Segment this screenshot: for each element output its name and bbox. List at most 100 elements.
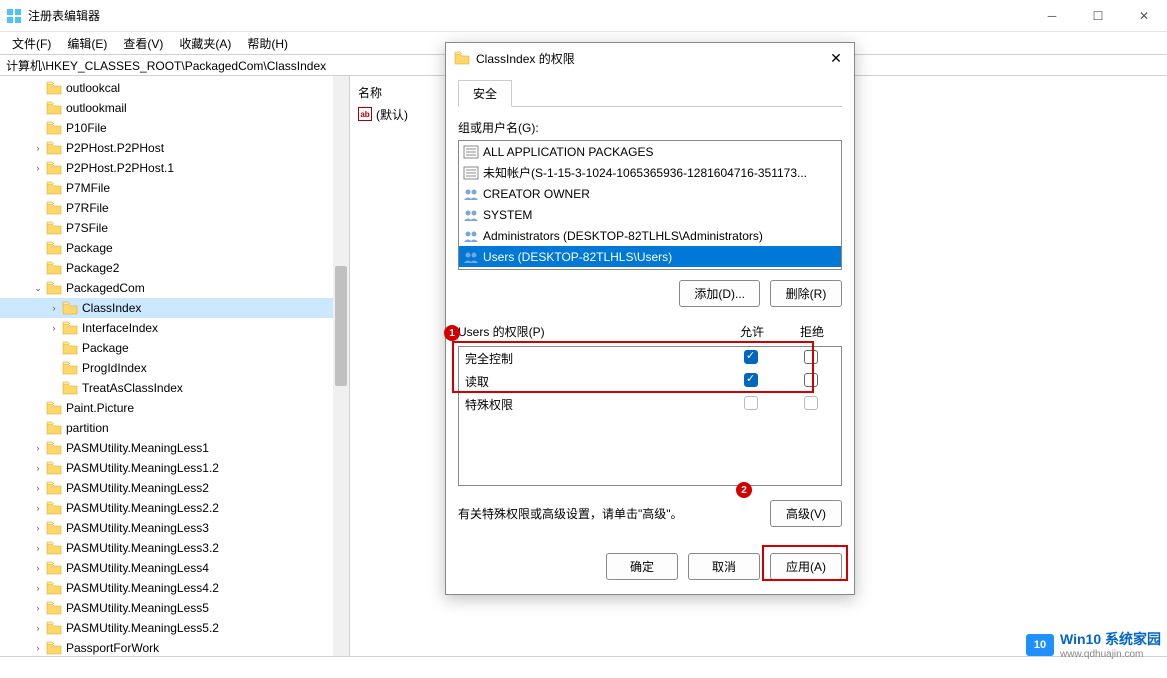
minimize-button[interactable]: ─	[1029, 0, 1075, 32]
group-label: 组或用户名(G):	[458, 119, 842, 136]
group-row[interactable]: 未知帐户(S-1-15-3-1024-1065365936-1281604716…	[459, 162, 841, 183]
tree-item[interactable]: ›PASMUtility.MeaningLess4	[0, 558, 349, 578]
tree-item[interactable]: P7SFile	[0, 218, 349, 238]
registry-tree[interactable]: outlookcaloutlookmailP10File›P2PHost.P2P…	[0, 76, 350, 656]
tree-item[interactable]: ›PASMUtility.MeaningLess2.2	[0, 498, 349, 518]
scrollbar-thumb[interactable]	[335, 266, 347, 386]
tree-item-label: outlookcal	[66, 81, 120, 95]
tab-strip: 安全	[458, 79, 842, 107]
scrollbar[interactable]	[333, 76, 349, 656]
expander-icon[interactable]: ›	[32, 563, 44, 573]
tree-item-label: outlookmail	[66, 101, 127, 115]
deny-checkbox[interactable]	[804, 350, 818, 364]
expander-icon[interactable]: ›	[32, 463, 44, 473]
tree-item[interactable]: ›PASMUtility.MeaningLess3.2	[0, 538, 349, 558]
tree-item[interactable]: ›PASMUtility.MeaningLess3	[0, 518, 349, 538]
tree-item[interactable]: P7MFile	[0, 178, 349, 198]
tree-item[interactable]: ›PassportForWork	[0, 638, 349, 656]
tree-item-label: PASMUtility.MeaningLess1.2	[66, 461, 219, 475]
tree-item-label: Paint.Picture	[66, 401, 134, 415]
group-name: 未知帐户(S-1-15-3-1024-1065365936-1281604716…	[483, 164, 807, 181]
menu-view[interactable]: 查看(V)	[115, 33, 171, 54]
expander-icon[interactable]: ›	[32, 543, 44, 553]
tree-item[interactable]: P10File	[0, 118, 349, 138]
tree-item[interactable]: ›P2PHost.P2PHost	[0, 138, 349, 158]
expander-icon[interactable]: ›	[32, 583, 44, 593]
tree-item-label: PASMUtility.MeaningLess5.2	[66, 621, 219, 635]
tree-item[interactable]: › PASMUtility.MeaningLess5.2	[0, 618, 349, 638]
expander-icon[interactable]: ›	[32, 163, 44, 173]
dialog-title: ClassIndex 的权限	[476, 50, 575, 67]
group-row[interactable]: Administrators (DESKTOP-82TLHLS\Administ…	[459, 225, 841, 246]
tree-item[interactable]: TreatAsClassIndex	[0, 378, 349, 398]
tree-item[interactable]: Package	[0, 238, 349, 258]
expander-icon[interactable]: ›	[32, 503, 44, 513]
expander-icon[interactable]: ›	[32, 623, 44, 633]
expander-icon[interactable]: ›	[48, 323, 60, 333]
allow-checkbox[interactable]	[744, 396, 758, 410]
remove-button[interactable]: 删除(R)	[770, 280, 842, 307]
tree-item[interactable]: ›PASMUtility.MeaningLess1	[0, 438, 349, 458]
expander-icon[interactable]: ›	[32, 483, 44, 493]
tree-item[interactable]: ›P2PHost.P2PHost.1	[0, 158, 349, 178]
expander-icon[interactable]: ›	[32, 143, 44, 153]
menu-help[interactable]: 帮助(H)	[239, 33, 296, 54]
close-button[interactable]: ✕	[1121, 0, 1167, 32]
tree-item-label: PASMUtility.MeaningLess5	[66, 601, 209, 615]
tree-item-label: Package	[66, 241, 113, 255]
tree-item-label: TreatAsClassIndex	[82, 381, 183, 395]
tree-item[interactable]: outlookcal	[0, 78, 349, 98]
group-listbox[interactable]: ALL APPLICATION PACKAGES 未知帐户(S-1-15-3-10…	[458, 140, 842, 270]
tab-security[interactable]: 安全	[458, 80, 512, 107]
tree-item[interactable]: outlookmail	[0, 98, 349, 118]
folder-icon	[46, 501, 62, 515]
folder-icon	[46, 481, 62, 495]
dialog-close-button[interactable]: ✕	[818, 43, 854, 73]
add-button[interactable]: 添加(D)...	[679, 280, 760, 307]
apply-button[interactable]: 应用(A)	[770, 553, 842, 580]
tree-item[interactable]: › PASMUtility.MeaningLess1.2	[0, 458, 349, 478]
permissions-dialog: ClassIndex 的权限 ✕ 安全 组或用户名(G): ALL APPLIC…	[445, 42, 855, 595]
allow-checkbox[interactable]	[744, 373, 758, 387]
allow-checkbox[interactable]	[744, 350, 758, 364]
expander-icon[interactable]: ›	[32, 443, 44, 453]
dialog-titlebar[interactable]: ClassIndex 的权限 ✕	[446, 43, 854, 73]
group-row[interactable]: ALL APPLICATION PACKAGES	[459, 141, 841, 162]
group-name: Administrators (DESKTOP-82TLHLS\Administ…	[483, 229, 763, 243]
tree-item[interactable]: Package	[0, 338, 349, 358]
menu-edit[interactable]: 编辑(E)	[59, 33, 115, 54]
tree-item[interactable]: ›InterfaceIndex	[0, 318, 349, 338]
folder-icon	[46, 261, 62, 275]
group-row[interactable]: Users (DESKTOP-82TLHLS\Users)	[459, 246, 841, 267]
tree-item[interactable]: ProgIdIndex	[0, 358, 349, 378]
expander-icon[interactable]: ›	[48, 303, 60, 313]
folder-icon	[46, 521, 62, 535]
deny-checkbox[interactable]	[804, 396, 818, 410]
group-name: CREATOR OWNER	[483, 187, 590, 201]
tree-item[interactable]: ›PASMUtility.MeaningLess4.2	[0, 578, 349, 598]
tree-item[interactable]: Package2	[0, 258, 349, 278]
deny-checkbox[interactable]	[804, 373, 818, 387]
cancel-button[interactable]: 取消	[688, 553, 760, 580]
tree-item[interactable]: Paint.Picture	[0, 398, 349, 418]
tree-item[interactable]: partition	[0, 418, 349, 438]
ok-button[interactable]: 确定	[606, 553, 678, 580]
menu-file[interactable]: 文件(F)	[4, 33, 59, 54]
tree-item[interactable]: P7RFile	[0, 198, 349, 218]
advanced-button[interactable]: 高级(V)	[770, 500, 842, 527]
expander-icon[interactable]: ›	[32, 523, 44, 533]
menu-favorites[interactable]: 收藏夹(A)	[171, 33, 239, 54]
group-row[interactable]: CREATOR OWNER	[459, 183, 841, 204]
group-row[interactable]: SYSTEM	[459, 204, 841, 225]
tree-item[interactable]: ›PASMUtility.MeaningLess2	[0, 478, 349, 498]
tree-item[interactable]: › PASMUtility.MeaningLess5	[0, 598, 349, 618]
group-name: Users (DESKTOP-82TLHLS\Users)	[483, 250, 672, 264]
tree-item[interactable]: ⌄PackagedCom	[0, 278, 349, 298]
maximize-button[interactable]: ☐	[1075, 0, 1121, 32]
expander-icon[interactable]: ⌄	[32, 283, 44, 294]
expander-icon[interactable]: ›	[32, 643, 44, 653]
permission-name: 特殊权限	[465, 396, 721, 413]
expander-icon[interactable]: ›	[32, 603, 44, 613]
folder-icon	[46, 141, 62, 155]
tree-item[interactable]: ›ClassIndex	[0, 298, 349, 318]
